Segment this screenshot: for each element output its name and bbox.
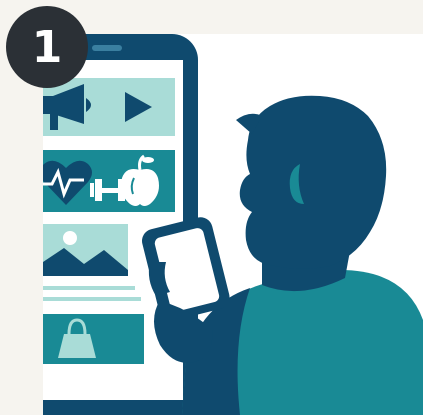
person-head — [239, 95, 387, 269]
text-line-1 — [43, 286, 135, 290]
step-number: 1 — [31, 21, 63, 73]
text-line-2 — [43, 297, 141, 301]
step-number-badge: 1 — [6, 6, 88, 88]
phone-speaker — [92, 45, 122, 51]
step-card: 1 — [0, 0, 423, 415]
ad-card-image — [43, 224, 128, 276]
ad-card-shopping — [43, 314, 144, 364]
ad-card-video — [43, 78, 175, 136]
ad-card-health — [43, 150, 175, 212]
mobile-ads-illustration — [43, 34, 423, 415]
illustration-frame — [43, 34, 423, 415]
